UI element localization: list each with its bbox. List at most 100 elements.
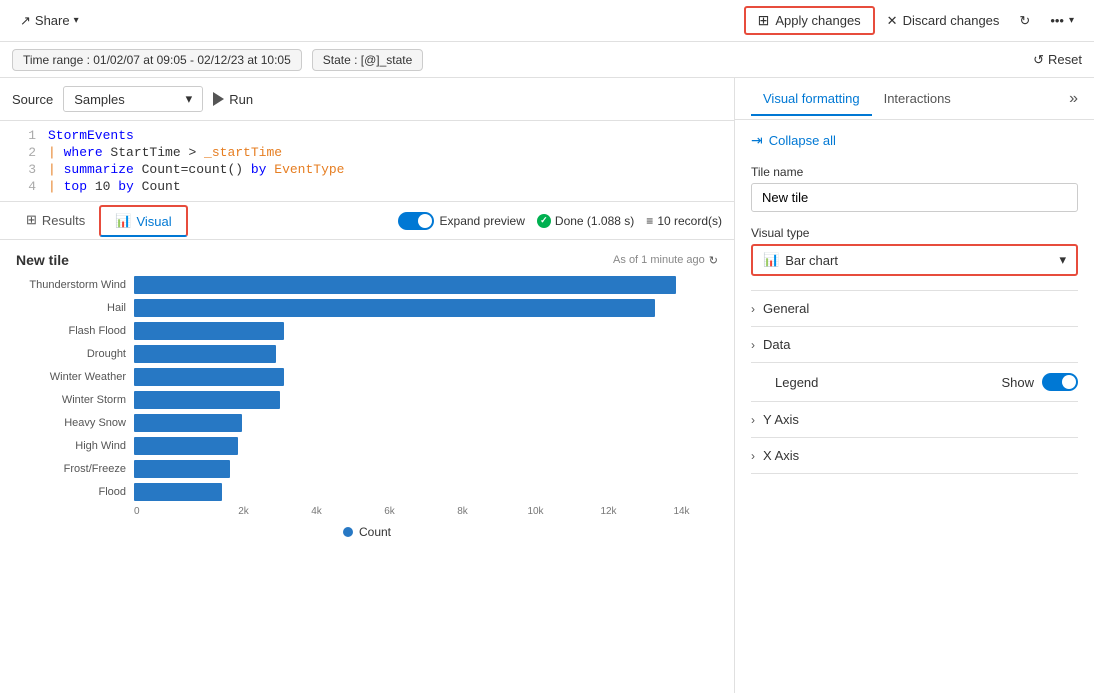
y-axis-section[interactable]: › Y Axis (751, 401, 1078, 437)
x-axis: 02k4k6k8k10k12k14k (134, 506, 718, 517)
records-badge: ≡ 10 record(s) (646, 214, 722, 228)
chart-meta: As of 1 minute ago ↻ (613, 254, 718, 267)
visual-type-label: Visual type (751, 226, 1078, 240)
discard-changes-button[interactable]: ✕ Discard changes (879, 9, 1008, 33)
chart-area: New tile As of 1 minute ago ↻ Thundersto… (0, 240, 734, 693)
visual-icon: 📊 (115, 213, 131, 229)
data-section[interactable]: › Data (751, 326, 1078, 362)
bar-chart-icon: 📊 (763, 252, 779, 268)
run-button[interactable]: Run (213, 92, 253, 107)
chart-title: New tile (16, 252, 69, 268)
bar-container (134, 345, 718, 363)
bar-label: Thunderstorm Wind (16, 279, 126, 291)
toolbar: ↗ Share ▾ ⊞ Apply changes ✕ Discard chan… (0, 0, 1094, 42)
code-line-3: 3 | summarize Count=count() by EventType (0, 161, 734, 178)
x-axis-section[interactable]: › X Axis (751, 437, 1078, 474)
tile-name-input[interactable] (751, 183, 1078, 212)
code-line-2: 2 | where StartTime > _startTime (0, 144, 734, 161)
share-icon: ↗ (20, 13, 31, 29)
code-text-4: | top 10 by Count (48, 179, 181, 194)
chart-refresh-icon[interactable]: ↻ (709, 254, 718, 267)
time-range-badge: Time range : 01/02/07 at 09:05 - 02/12/2… (12, 49, 302, 71)
apply-changes-button[interactable]: ⊞ Apply changes (744, 6, 875, 35)
reset-icon: ↺ (1033, 52, 1044, 68)
records-icon: ≡ (646, 214, 653, 228)
dropdown-chevron-icon: ▾ (1059, 252, 1066, 268)
toolbar-right: ⊞ Apply changes ✕ Discard changes ↻ ••• … (744, 6, 1082, 35)
more-icon: ••• (1050, 13, 1064, 28)
done-badge: Done (1.088 s) (537, 214, 634, 228)
code-line-4: 4 | top 10 by Count (0, 178, 734, 195)
code-line-1: 1 StormEvents (0, 127, 734, 144)
bar-container (134, 276, 718, 294)
more-chevron-icon: ▾ (1069, 15, 1074, 26)
bar-row: High Wind (16, 437, 718, 455)
bar-label: Heavy Snow (16, 417, 126, 429)
right-panel: Visual formatting Interactions » ⇥ Colla… (735, 78, 1094, 693)
bar-row: Flood (16, 483, 718, 501)
bar-container (134, 322, 718, 340)
source-dropdown[interactable]: Samples ▾ (63, 86, 203, 112)
expand-preview-toggle[interactable] (398, 212, 434, 230)
refresh-button[interactable]: ↻ (1011, 9, 1038, 33)
reset-button[interactable]: ↺ Reset (1033, 52, 1082, 68)
legend-section: Legend Show (751, 362, 1078, 401)
right-tab-visual-formatting[interactable]: Visual formatting (751, 83, 872, 116)
source-label: Source (12, 92, 53, 107)
chart-legend: Count (16, 525, 718, 539)
share-label: Share (35, 13, 70, 28)
right-tabs: Visual formatting Interactions » (735, 78, 1094, 120)
bar-chart: Thunderstorm WindHailFlash FloodDroughtW… (16, 276, 718, 517)
toolbar-left: ↗ Share ▾ (12, 9, 87, 33)
results-label: Results (42, 213, 85, 228)
bar-row: Heavy Snow (16, 414, 718, 432)
apply-icon: ⊞ (758, 12, 770, 29)
run-triangle-icon (213, 92, 224, 106)
y-axis-section-label: Y Axis (763, 412, 1078, 427)
bar-label: Flash Flood (16, 325, 126, 337)
bar-fill (134, 322, 284, 340)
collapse-all-button[interactable]: ⇥ Collapse all (751, 132, 1078, 149)
right-tab-interactions[interactable]: Interactions (872, 83, 963, 116)
left-panel: Source Samples ▾ Run 1 StormEvents 2 | w… (0, 78, 735, 693)
main-layout: Source Samples ▾ Run 1 StormEvents 2 | w… (0, 78, 1094, 693)
collapse-all-label: Collapse all (769, 133, 836, 148)
general-section-label: General (763, 301, 1078, 316)
x-tick: 0 (134, 506, 207, 517)
more-button[interactable]: ••• ▾ (1042, 9, 1082, 32)
bar-container (134, 391, 718, 409)
y-axis-chevron-icon: › (751, 413, 755, 427)
bar-fill (134, 391, 280, 409)
tab-visual[interactable]: 📊 Visual (99, 205, 187, 237)
legend-show-toggle[interactable] (1042, 373, 1078, 391)
results-icon: ⊞ (26, 212, 37, 228)
source-value: Samples (74, 92, 125, 107)
tab-results[interactable]: ⊞ Results (12, 206, 99, 236)
chart-title-row: New tile As of 1 minute ago ↻ (16, 252, 718, 268)
done-icon (537, 214, 551, 228)
bar-container (134, 437, 718, 455)
visual-label: Visual (136, 214, 171, 229)
x-tick: 12k (572, 506, 645, 517)
discard-icon: ✕ (887, 13, 898, 29)
bar-label: Winter Storm (16, 394, 126, 406)
bar-fill (134, 460, 230, 478)
bar-container (134, 483, 718, 501)
code-editor: 1 StormEvents 2 | where StartTime > _sta… (0, 121, 734, 202)
apply-changes-label: Apply changes (775, 13, 860, 28)
interactions-label: Interactions (884, 91, 951, 106)
visual-type-dropdown[interactable]: 📊 Bar chart ▾ (751, 244, 1078, 276)
share-button[interactable]: ↗ Share ▾ (12, 9, 87, 33)
bar-label: Flood (16, 486, 126, 498)
right-content: ⇥ Collapse all Tile name Visual type 📊 B… (735, 120, 1094, 486)
bar-container (134, 368, 718, 386)
right-panel-expand-icon[interactable]: » (1069, 90, 1078, 108)
run-label: Run (229, 92, 253, 107)
general-section[interactable]: › General (751, 290, 1078, 326)
data-section-label: Data (763, 337, 1078, 352)
tabs-bar: ⊞ Results 📊 Visual Expand preview Done (… (0, 202, 734, 240)
dropdown-inner: 📊 Bar chart (763, 252, 838, 268)
bar-container (134, 460, 718, 478)
code-text-2: | where StartTime > _startTime (48, 145, 282, 160)
reset-label: Reset (1048, 52, 1082, 67)
